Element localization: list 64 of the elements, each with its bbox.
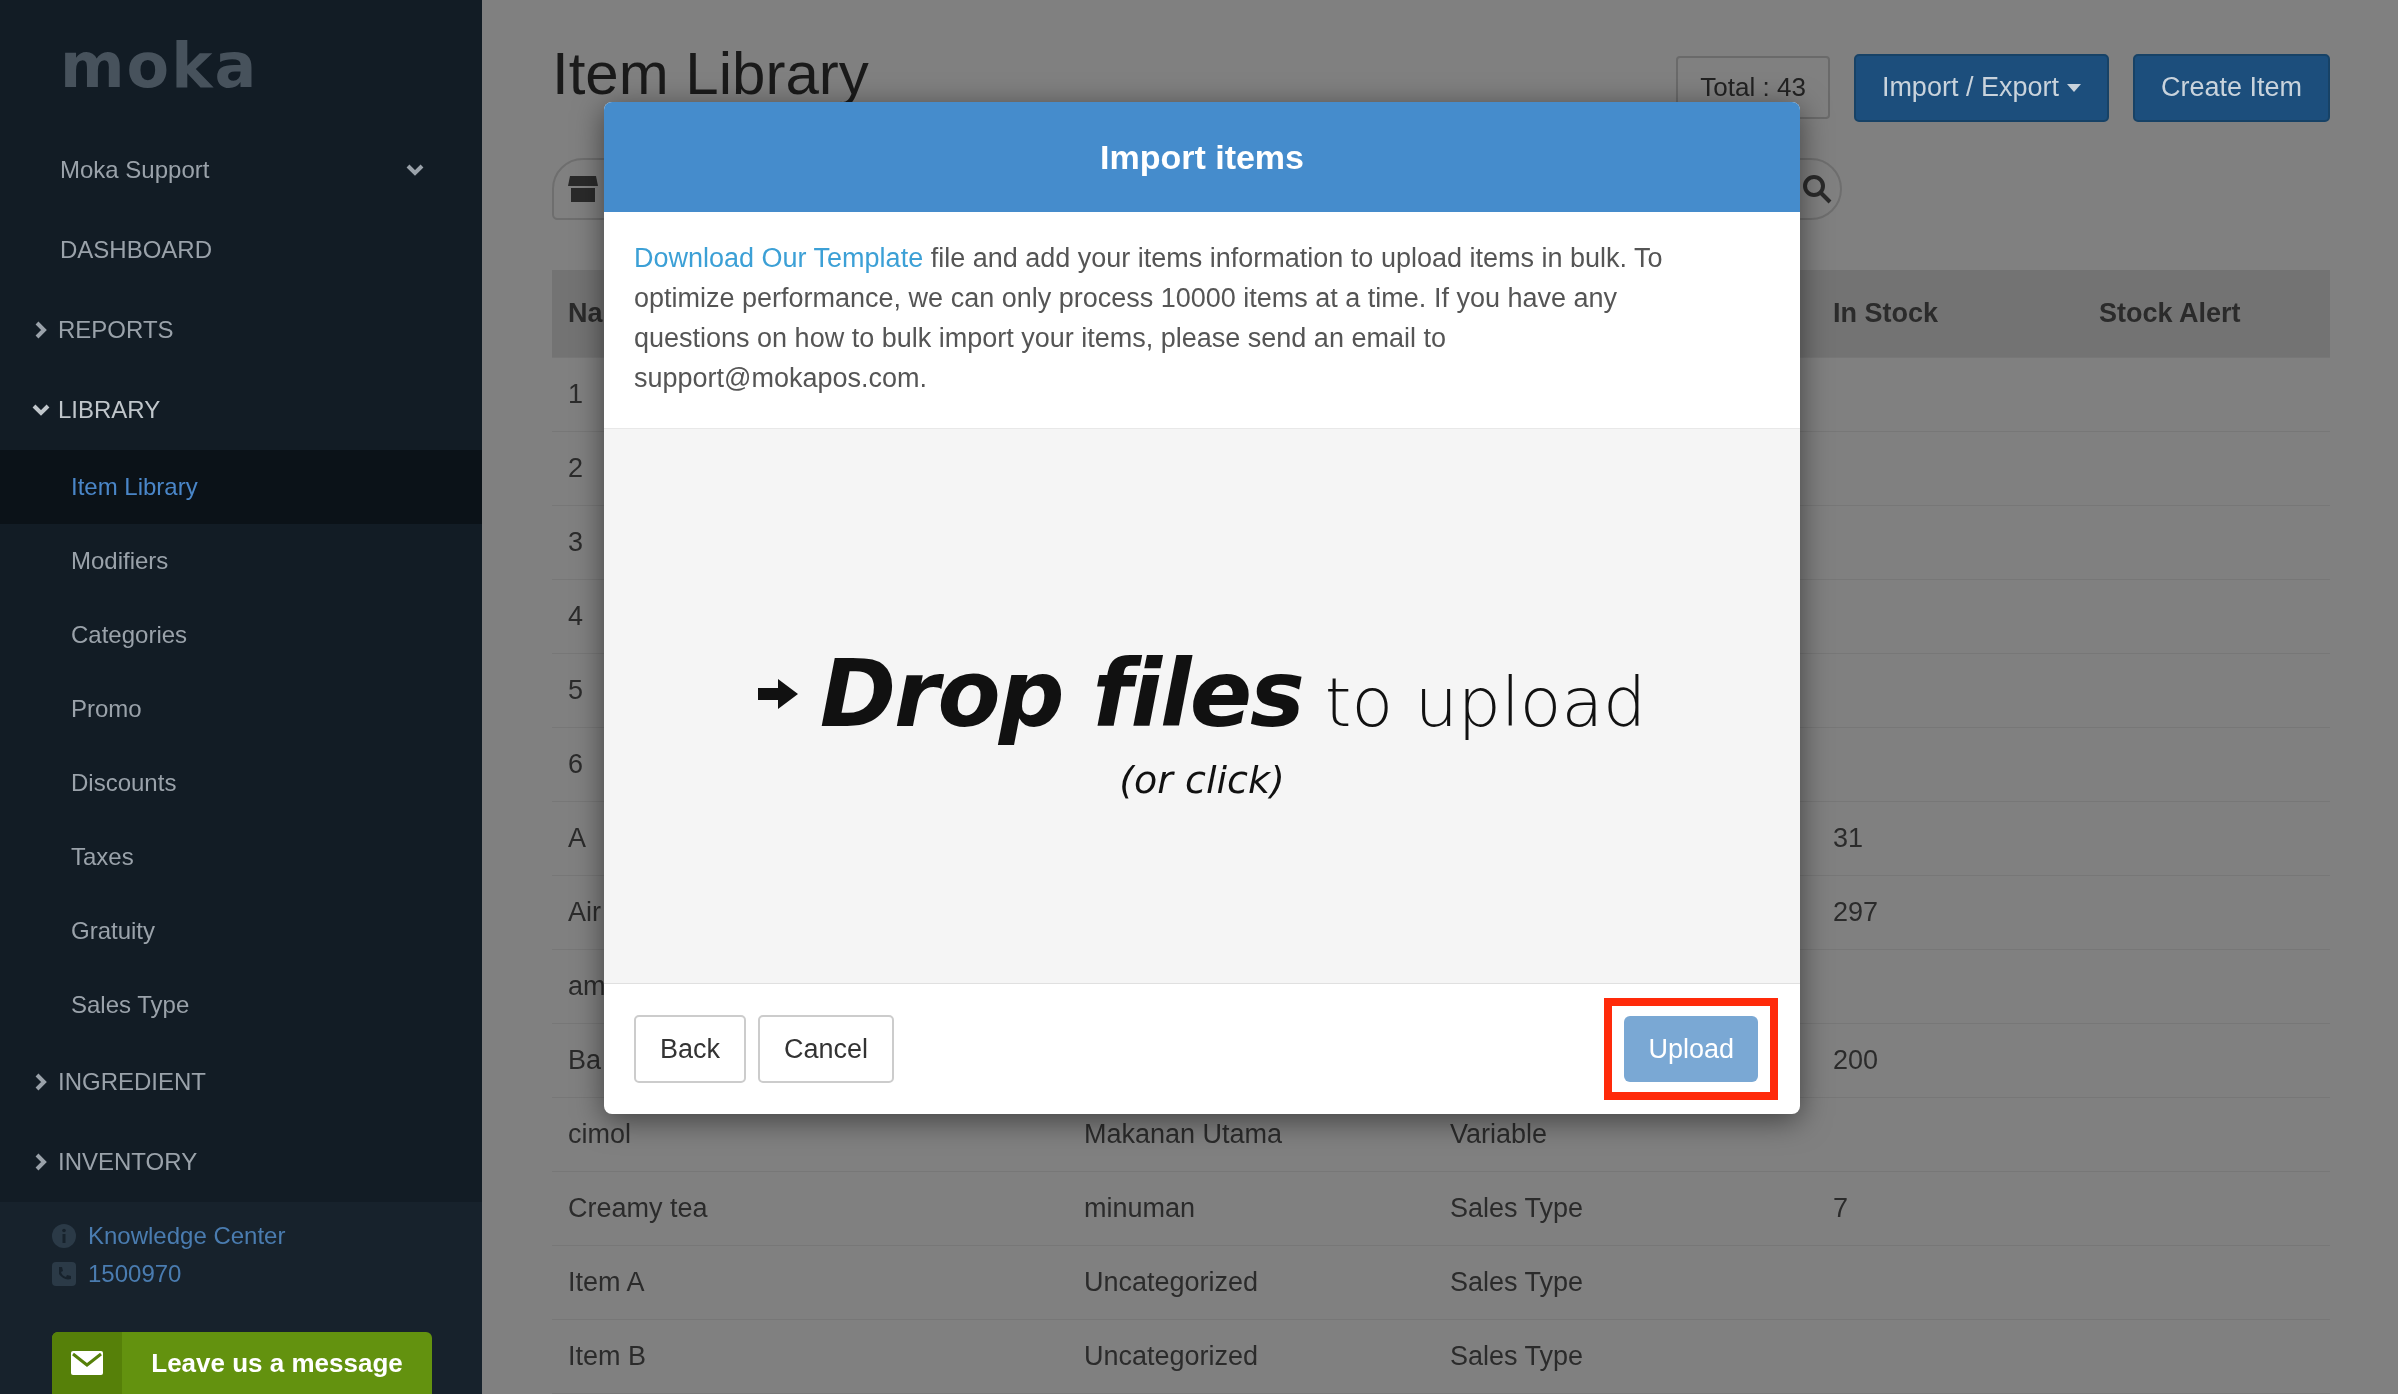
sidebar-link[interactable]: Knowledge Center	[88, 1222, 286, 1250]
table-cell: Ba	[568, 1045, 602, 1076]
page-title: Item Library	[552, 44, 870, 104]
sidebar-item[interactable]: INVENTORY	[58, 1148, 198, 1176]
sidebar-subitem[interactable]: Discounts	[71, 769, 177, 797]
dialog-title: Import items	[1099, 137, 1304, 177]
table-cell: Item B	[568, 1341, 647, 1372]
import-export-button[interactable]: Import / Export	[1853, 53, 2109, 122]
back-button[interactable]: Back	[634, 1015, 747, 1083]
sidebar-item[interactable]: DASHBOARD	[60, 236, 213, 264]
sidebar-item[interactable]: REPORTS	[58, 316, 174, 344]
table-cell: Sales Type	[1450, 1341, 1584, 1372]
table-cell: 3	[568, 527, 584, 558]
table-cell: Variable	[1450, 1119, 1548, 1150]
column-header: Stock Alert	[2099, 298, 2241, 329]
account-name[interactable]: Moka Support	[60, 156, 210, 184]
table-cell: Sales Type	[1450, 1267, 1584, 1298]
table-cell: Item A	[568, 1267, 645, 1298]
table-cell: 2	[568, 453, 584, 484]
drop-subtitle: to upload	[1324, 662, 1647, 742]
table-cell: 31	[1833, 823, 1864, 854]
create-item-button[interactable]: Create Item	[2132, 53, 2330, 122]
sidebar-subitem[interactable]: Item Library	[71, 473, 198, 501]
table-cell: 7	[1833, 1193, 1849, 1224]
column-header: In Stock	[1833, 298, 1939, 329]
sidebar-subitem[interactable]: Promo	[71, 695, 142, 723]
table-cell: Uncategorized	[1084, 1267, 1259, 1298]
table-cell: Sales Type	[1450, 1193, 1584, 1224]
store-icon	[568, 175, 598, 202]
info-icon	[52, 1224, 76, 1248]
table-cell: 4	[568, 601, 584, 632]
cancel-button[interactable]: Cancel	[758, 1015, 895, 1083]
sidebar-subitem[interactable]: Taxes	[71, 843, 134, 871]
sidebar-subitem[interactable]: Modifiers	[71, 547, 169, 575]
column-header: Na	[568, 298, 603, 329]
drop-headline: Drop files	[819, 640, 1303, 748]
table-cell: Uncategorized	[1084, 1341, 1259, 1372]
table-cell: 5	[568, 675, 584, 706]
table-cell: 200	[1833, 1045, 1879, 1076]
envelope-icon	[71, 1351, 103, 1375]
table-cell: cimol	[568, 1119, 631, 1150]
sidebar-subitem[interactable]: Sales Type	[71, 991, 190, 1019]
arrow-right-icon	[757, 679, 798, 709]
table-cell: am	[568, 971, 606, 1002]
dialog-text: Download Our Template file and add your items information to upload items in bulk. To optimize performance, we can only process 10000 items at a time. If you have any questions on how to bulk import your items, please send an email to support@mokapos.com.	[633, 242, 1664, 395]
sidebar-subitem[interactable]: Categories	[71, 621, 188, 649]
sidebar-subitem[interactable]: Gratuity	[71, 917, 156, 945]
table-cell: Creamy tea	[568, 1193, 708, 1224]
table-cell: Makanan Utama	[1084, 1119, 1283, 1150]
sidebar-item[interactable]: INGREDIENT	[58, 1068, 206, 1096]
table-cell: 6	[568, 749, 584, 780]
table-cell: minuman	[1084, 1193, 1196, 1224]
table-cell: Air	[568, 897, 601, 928]
drop-zone[interactable]: Drop files to upload (or click)	[604, 428, 1800, 984]
caret-icon	[2066, 83, 2081, 92]
table-cell: 1	[568, 379, 584, 410]
search-icon	[1802, 173, 1832, 204]
sidebar-link[interactable]: 1500970	[88, 1260, 182, 1288]
table-cell: 297	[1833, 897, 1879, 928]
sidebar-item[interactable]: LIBRARY	[58, 396, 161, 424]
phone-icon	[52, 1262, 76, 1286]
leave-message-button[interactable]: Leave us a message	[52, 1332, 432, 1394]
drop-hint: (or click)	[1119, 757, 1285, 802]
table-cell: A	[568, 823, 586, 854]
